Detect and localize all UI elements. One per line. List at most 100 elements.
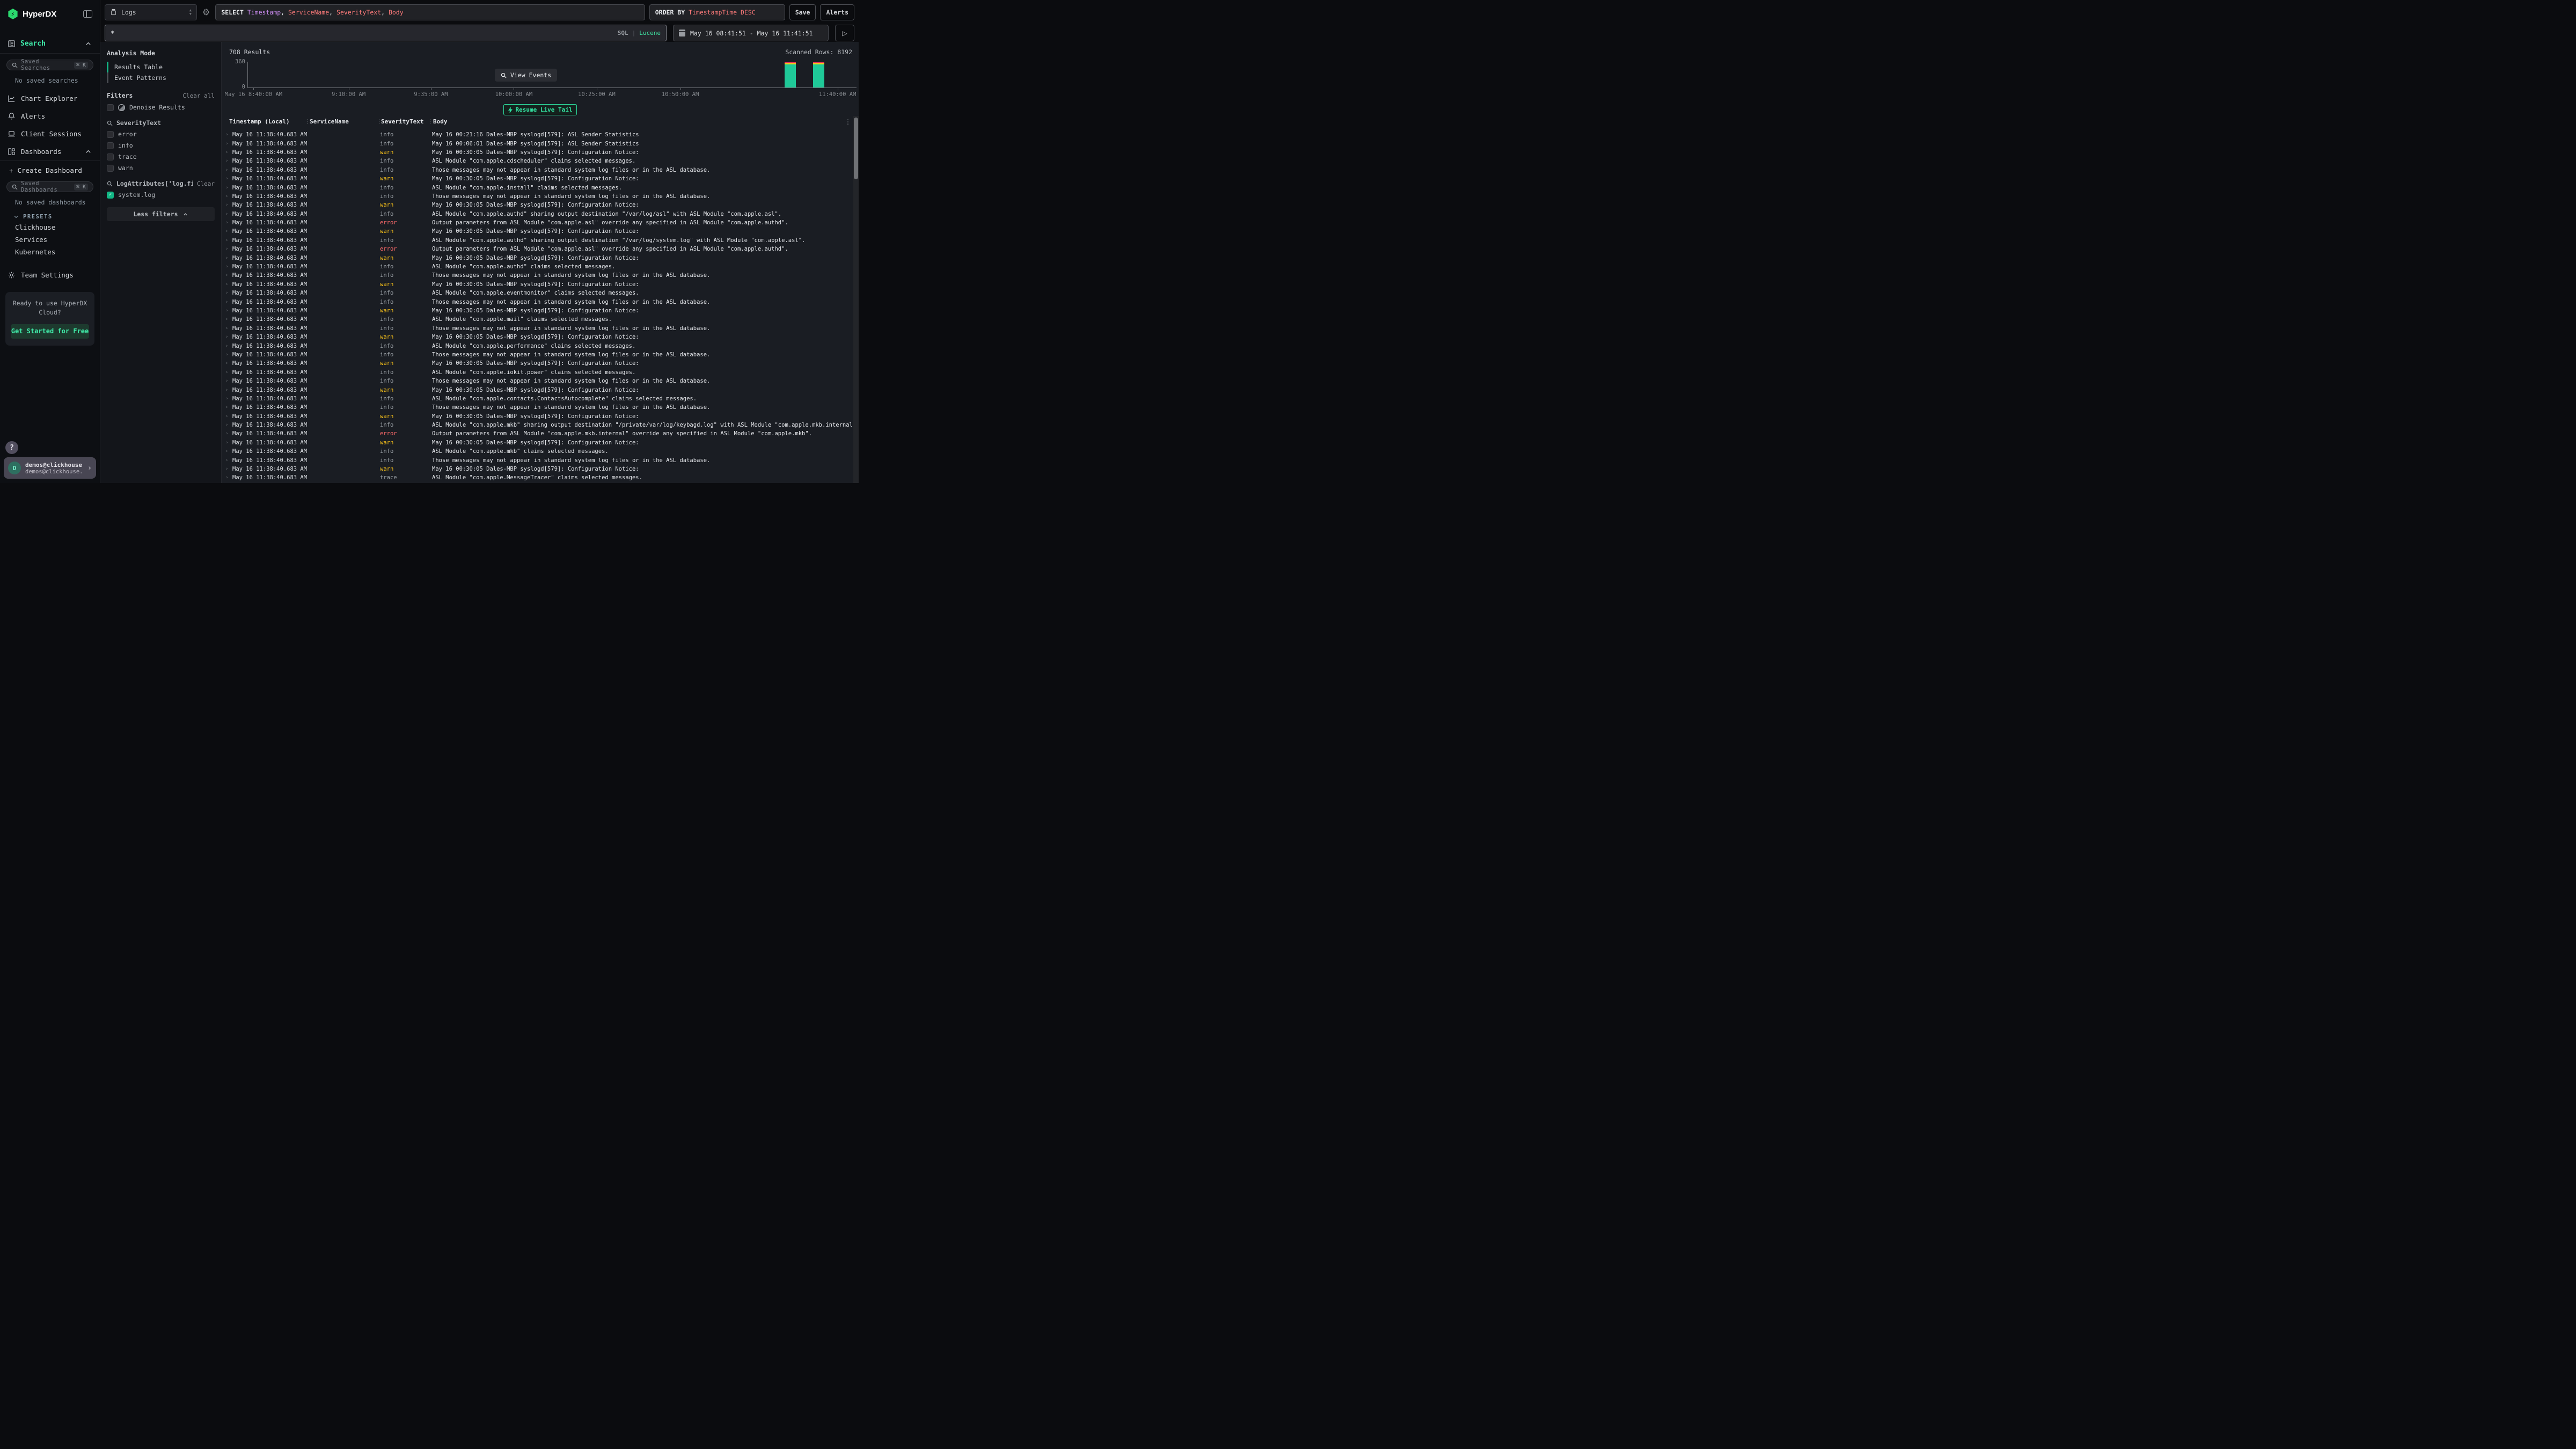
row-expand-chevron-icon[interactable]: ›	[225, 422, 230, 428]
table-row[interactable]: › May 16 11:38:40.683 AM info Those mess…	[222, 324, 853, 333]
row-expand-chevron-icon[interactable]: ›	[225, 194, 230, 199]
scrollbar-thumb[interactable]	[854, 118, 858, 179]
table-row[interactable]: › May 16 11:38:40.683 AM info Those mess…	[222, 377, 853, 385]
table-row[interactable]: › May 16 11:38:40.683 AM info ASL Module…	[222, 394, 853, 403]
row-expand-chevron-icon[interactable]: ›	[225, 238, 230, 243]
column-severitytext[interactable]: SeverityText	[381, 118, 423, 125]
column-servicename[interactable]: ServiceName	[310, 118, 349, 125]
table-row[interactable]: › May 16 11:38:40.683 AM info Those mess…	[222, 456, 853, 464]
row-expand-chevron-icon[interactable]: ›	[225, 150, 230, 155]
scrollbar-track[interactable]	[853, 116, 859, 483]
row-expand-chevron-icon[interactable]: ›	[225, 290, 230, 296]
table-row[interactable]: › May 16 11:38:40.683 AM warn May 16 00:…	[222, 227, 853, 236]
table-row[interactable]: › May 16 11:38:40.683 AM info ASL Module…	[222, 341, 853, 350]
analysis-mode-event-patterns[interactable]: Event Patterns	[107, 72, 215, 83]
less-filters-button[interactable]: Less filters	[107, 207, 215, 221]
checkbox[interactable]	[107, 165, 114, 172]
table-row[interactable]: › May 16 11:38:40.683 AM info Those mess…	[222, 403, 853, 412]
clear-link[interactable]: Clear	[197, 180, 215, 187]
row-expand-chevron-icon[interactable]: ›	[225, 264, 230, 269]
row-expand-chevron-icon[interactable]: ›	[225, 458, 230, 463]
filter-option-info[interactable]: info	[107, 142, 215, 149]
table-row[interactable]: › May 16 11:38:40.683 AM error Output pa…	[222, 429, 853, 438]
table-row[interactable]: › May 16 11:38:40.683 AM trace ASL Modul…	[222, 473, 853, 482]
alerts-button[interactable]: Alerts	[820, 4, 854, 20]
table-row[interactable]: › May 16 11:38:40.683 AM error Output pa…	[222, 245, 853, 253]
sidebar-item-alerts[interactable]: Alerts	[0, 107, 100, 125]
row-expand-chevron-icon[interactable]: ›	[225, 167, 230, 173]
denoise-results-option[interactable]: Denoise Results	[107, 104, 215, 111]
row-expand-chevron-icon[interactable]: ›	[225, 273, 230, 278]
checkbox[interactable]	[107, 131, 114, 138]
time-range-picker[interactable]: May 16 08:41:51 - May 16 11:41:51	[673, 25, 829, 41]
histogram-bar-error[interactable]	[785, 62, 796, 63]
row-expand-chevron-icon[interactable]: ›	[225, 361, 230, 366]
row-expand-chevron-icon[interactable]: ›	[225, 326, 230, 331]
sql-toggle[interactable]: SQL	[618, 30, 628, 36]
row-expand-chevron-icon[interactable]: ›	[225, 405, 230, 410]
saved-dashboards-input[interactable]: Saved Dashboards ⌘ K	[6, 181, 93, 192]
table-row[interactable]: › May 16 11:38:40.683 AM warn May 16 00:…	[222, 333, 853, 341]
table-row[interactable]: › May 16 11:38:40.683 AM info ASL Module…	[222, 262, 853, 271]
row-expand-chevron-icon[interactable]: ›	[225, 343, 230, 349]
row-expand-chevron-icon[interactable]: ›	[225, 387, 230, 393]
order-by-input[interactable]: ORDER BY TimestampTime DESC	[649, 4, 785, 20]
row-expand-chevron-icon[interactable]: ›	[225, 141, 230, 147]
row-expand-chevron-icon[interactable]: ›	[225, 132, 230, 137]
table-row[interactable]: › May 16 11:38:40.683 AM warn May 16 00:…	[222, 438, 853, 447]
table-row[interactable]: › May 16 11:38:40.683 AM info ASL Module…	[222, 157, 853, 165]
checkbox[interactable]: ✓	[107, 192, 114, 199]
table-row[interactable]: › May 16 11:38:40.683 AM info ASL Module…	[222, 447, 853, 456]
clear-all-link[interactable]: Clear all	[182, 92, 215, 99]
search-query-input[interactable]: * SQL | Lucene	[105, 25, 667, 41]
sidebar-item-search[interactable]: Search	[0, 34, 100, 54]
row-expand-chevron-icon[interactable]: ›	[225, 466, 230, 472]
row-expand-chevron-icon[interactable]: ›	[225, 378, 230, 384]
sql-columns-input[interactable]: SELECT Timestamp, ServiceName, SeverityT…	[215, 4, 645, 20]
table-row[interactable]: › May 16 11:38:40.683 AM info May 16 00:…	[222, 130, 853, 139]
histogram-bar-error[interactable]	[813, 62, 824, 63]
table-row[interactable]: › May 16 11:38:40.683 AM info ASL Module…	[222, 289, 853, 297]
table-row[interactable]: › May 16 11:38:40.683 AM warn May 16 00:…	[222, 385, 853, 394]
checkbox[interactable]	[107, 142, 114, 149]
histogram-bar-info[interactable]	[785, 64, 796, 87]
table-row[interactable]: › May 16 11:38:40.683 AM info ASL Module…	[222, 210, 853, 218]
severity-group-title[interactable]: SeverityText	[116, 119, 215, 127]
row-expand-chevron-icon[interactable]: ›	[225, 229, 230, 234]
table-row[interactable]: › May 16 11:38:40.683 AM error Output pa…	[222, 218, 853, 227]
row-expand-chevron-icon[interactable]: ›	[225, 299, 230, 305]
sidebar-collapse-icon[interactable]	[83, 10, 92, 18]
row-expand-chevron-icon[interactable]: ›	[225, 185, 230, 191]
row-expand-chevron-icon[interactable]: ›	[225, 202, 230, 208]
table-row[interactable]: › May 16 11:38:40.683 AM warn May 16 00:…	[222, 280, 853, 289]
table-row[interactable]: › May 16 11:38:40.683 AM warn May 16 00:…	[222, 306, 853, 315]
table-row[interactable]: › May 16 11:38:40.683 AM info ASL Module…	[222, 236, 853, 245]
preset-item-clickhouse[interactable]: Clickhouse	[0, 221, 100, 233]
presets-toggle[interactable]: PRESETS	[13, 214, 100, 220]
table-row[interactable]: › May 16 11:38:40.683 AM info Those mess…	[222, 192, 853, 201]
table-row[interactable]: › May 16 11:38:40.683 AM warn May 16 00:…	[222, 412, 853, 421]
column-timestamp[interactable]: Timestamp (Local)	[229, 118, 290, 125]
row-expand-chevron-icon[interactable]: ›	[225, 449, 230, 454]
checkbox[interactable]	[107, 153, 114, 160]
logattr-group-title[interactable]: LogAttributes['log.file.nam	[116, 180, 193, 187]
row-expand-chevron-icon[interactable]: ›	[225, 211, 230, 217]
row-expand-chevron-icon[interactable]: ›	[225, 282, 230, 287]
row-expand-chevron-icon[interactable]: ›	[225, 475, 230, 480]
histogram-bar-warn[interactable]	[785, 63, 796, 64]
view-events-button[interactable]: View Events	[495, 69, 557, 82]
row-expand-chevron-icon[interactable]: ›	[225, 246, 230, 252]
row-expand-chevron-icon[interactable]: ›	[225, 176, 230, 181]
preset-item-kubernetes[interactable]: Kubernetes	[0, 246, 100, 258]
table-row[interactable]: › May 16 11:38:40.683 AM info Those mess…	[222, 350, 853, 359]
source-select[interactable]: Logs ▲▼	[105, 4, 197, 20]
histogram-bar-info[interactable]	[813, 64, 824, 87]
table-row[interactable]: › May 16 11:38:40.683 AM warn May 16 00:…	[222, 148, 853, 157]
row-expand-chevron-icon[interactable]: ›	[225, 431, 230, 436]
table-row[interactable]: › May 16 11:38:40.683 AM info ASL Module…	[222, 315, 853, 324]
run-query-button[interactable]: ▷	[835, 25, 854, 41]
checkbox[interactable]	[107, 104, 114, 111]
histogram-bar-warn[interactable]	[813, 63, 824, 64]
table-row[interactable]: › May 16 11:38:40.683 AM info Those mess…	[222, 166, 853, 174]
row-expand-chevron-icon[interactable]: ›	[225, 440, 230, 445]
